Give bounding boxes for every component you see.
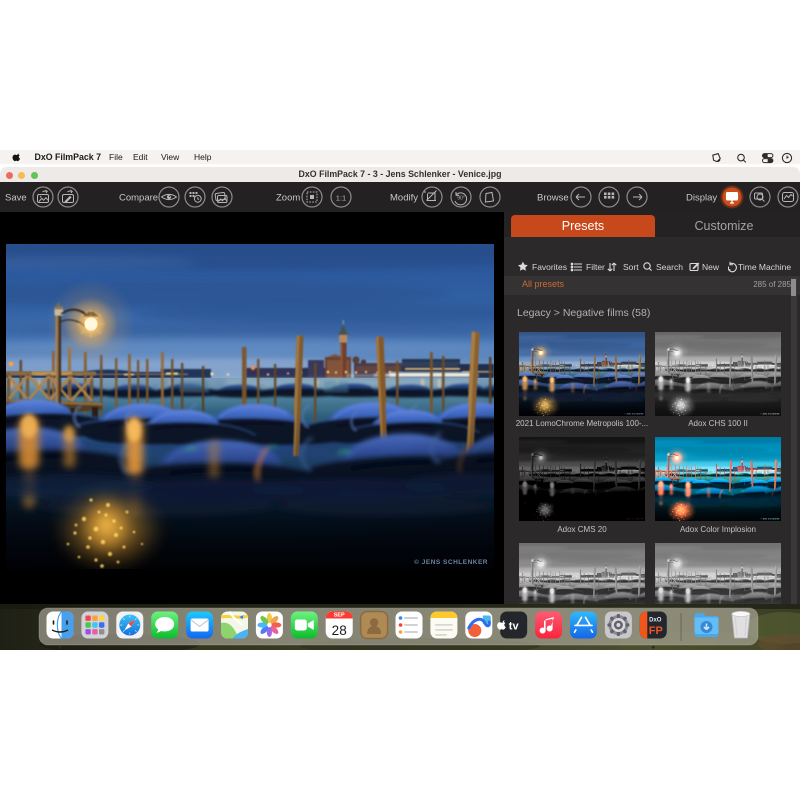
svg-text:Modify: Modify (390, 193, 418, 204)
svg-text:Time Machine: Time Machine (738, 262, 791, 272)
svg-text:Display: Display (686, 193, 717, 204)
svg-text:tv: tv (509, 621, 520, 633)
svg-text:Sort: Sort (623, 262, 639, 272)
svg-text:Filter: Filter (586, 262, 605, 272)
svg-text:FP: FP (649, 625, 663, 637)
svg-text:Zoom: Zoom (276, 193, 300, 204)
svg-text:28: 28 (332, 623, 347, 638)
svg-text:New: New (702, 262, 720, 272)
svg-text:Save: Save (5, 193, 27, 204)
svg-text:Favorites: Favorites (532, 262, 567, 272)
svg-text:Compare: Compare (119, 193, 158, 204)
svg-text:90°: 90° (457, 196, 465, 202)
svg-text:Search: Search (656, 262, 683, 272)
svg-text:1:1: 1:1 (336, 194, 346, 203)
svg-text:DxO: DxO (649, 618, 662, 624)
svg-text:Browse: Browse (537, 193, 569, 204)
svg-text:SEP: SEP (334, 613, 345, 619)
